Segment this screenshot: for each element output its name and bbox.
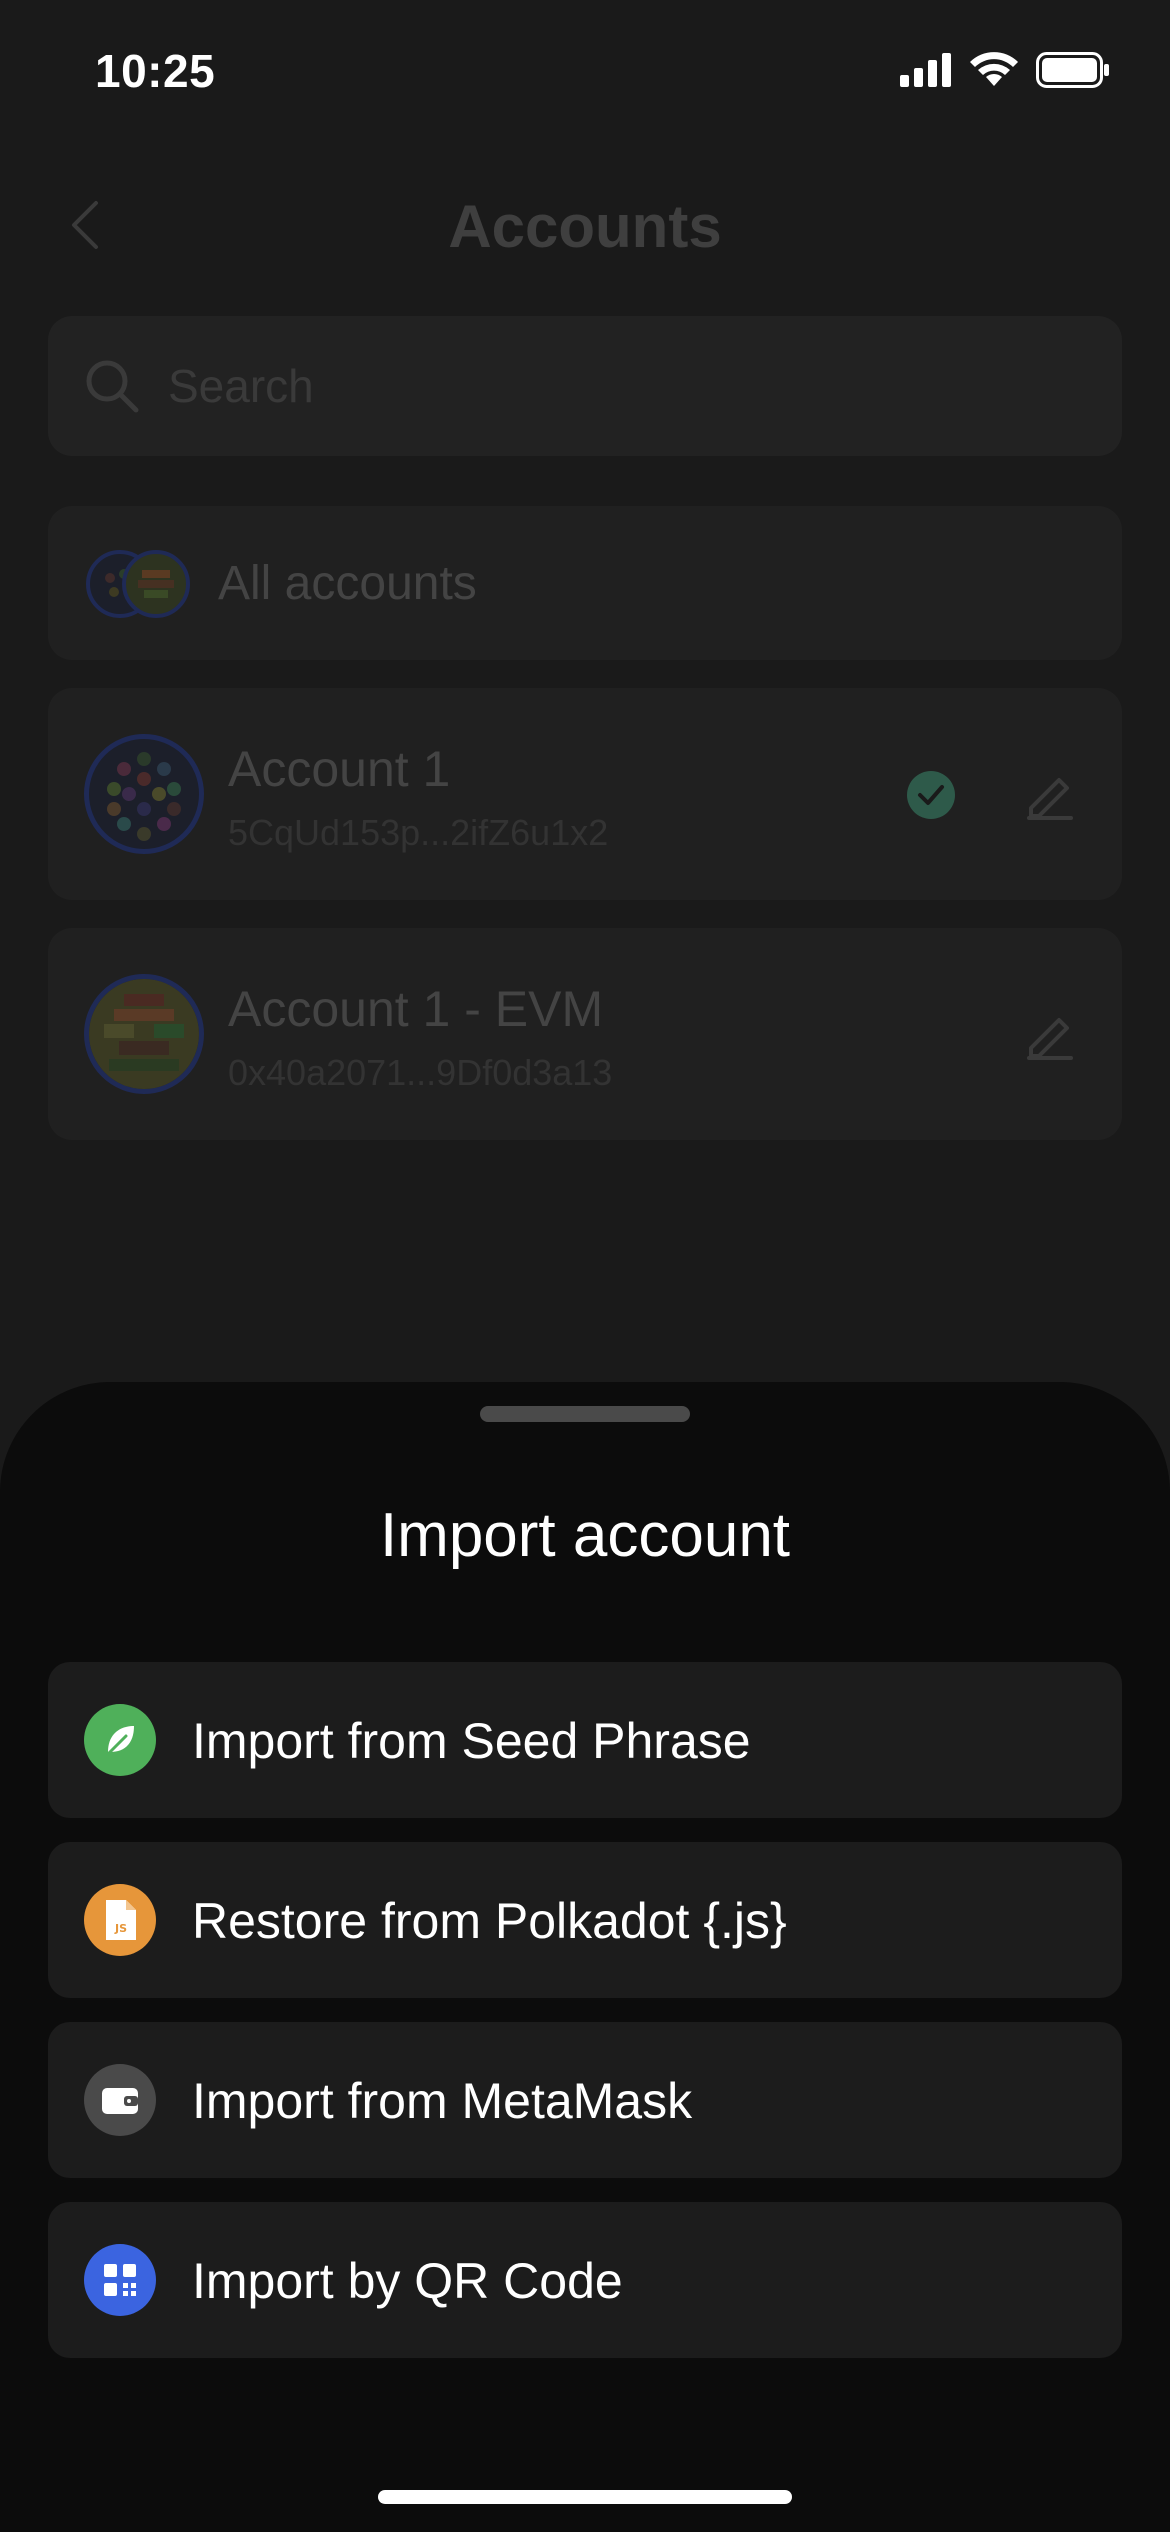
import-metamask-option[interactable]: Import from MetaMask [48,2022,1122,2178]
option-label: Restore from Polkadot {.js} [192,1893,787,1949]
option-label: Import from Seed Phrase [192,1713,751,1769]
search-input[interactable] [168,356,1068,416]
import-seed-phrase-option[interactable]: Import from Seed Phrase [48,1662,1122,1818]
all-accounts-item[interactable]: All accounts [48,506,1122,660]
all-accounts-label: All accounts [218,557,477,610]
status-bar: 10:25 [0,0,1170,150]
status-time: 10:25 [95,45,216,97]
account-avatar [84,974,204,1094]
leaf-icon [84,1704,156,1776]
account-avatar [84,734,204,854]
wifi-icon [970,52,1018,86]
account-item[interactable]: Account 1 5CqUd153p...2ifZ6u1x2 [48,688,1122,900]
import-qr-code-option[interactable]: Import by QR Code [48,2202,1122,2358]
option-label: Import by QR Code [192,2253,623,2309]
cellular-signal-icon [900,53,951,87]
header: Accounts [0,170,1170,280]
wallet-icon [84,2064,156,2136]
option-label: Import from MetaMask [192,2073,693,2129]
import-account-sheet: Import account Import from Seed Phrase J… [0,1382,1170,2532]
edit-icon[interactable] [1023,1008,1075,1060]
restore-polkadot-option[interactable]: JS Restore from Polkadot {.js} [48,1842,1122,1998]
sheet-drag-handle[interactable] [480,1406,690,1422]
search-box[interactable] [48,316,1122,456]
status-icons [900,52,1110,88]
search-icon [86,360,139,413]
page-title: Accounts [448,193,722,260]
account-name: Account 1 [228,741,451,797]
js-file-icon: JS [84,1884,156,1956]
qr-code-icon [84,2244,156,2316]
account-address: 5CqUd153p...2ifZ6u1x2 [228,812,609,853]
home-indicator[interactable] [378,2490,792,2504]
account-address: 0x40a2071...9Df0d3a13 [228,1052,613,1093]
all-accounts-avatar-stack [84,548,204,620]
sheet-title: Import account [379,1501,791,1570]
edit-icon[interactable] [1023,768,1075,820]
account-name: Account 1 - EVM [228,981,604,1037]
check-circle-icon [907,771,955,819]
svg-text:JS: JS [114,1922,127,1935]
battery-icon [1036,52,1109,88]
account-item[interactable]: Account 1 - EVM 0x40a2071...9Df0d3a13 [48,928,1122,1140]
